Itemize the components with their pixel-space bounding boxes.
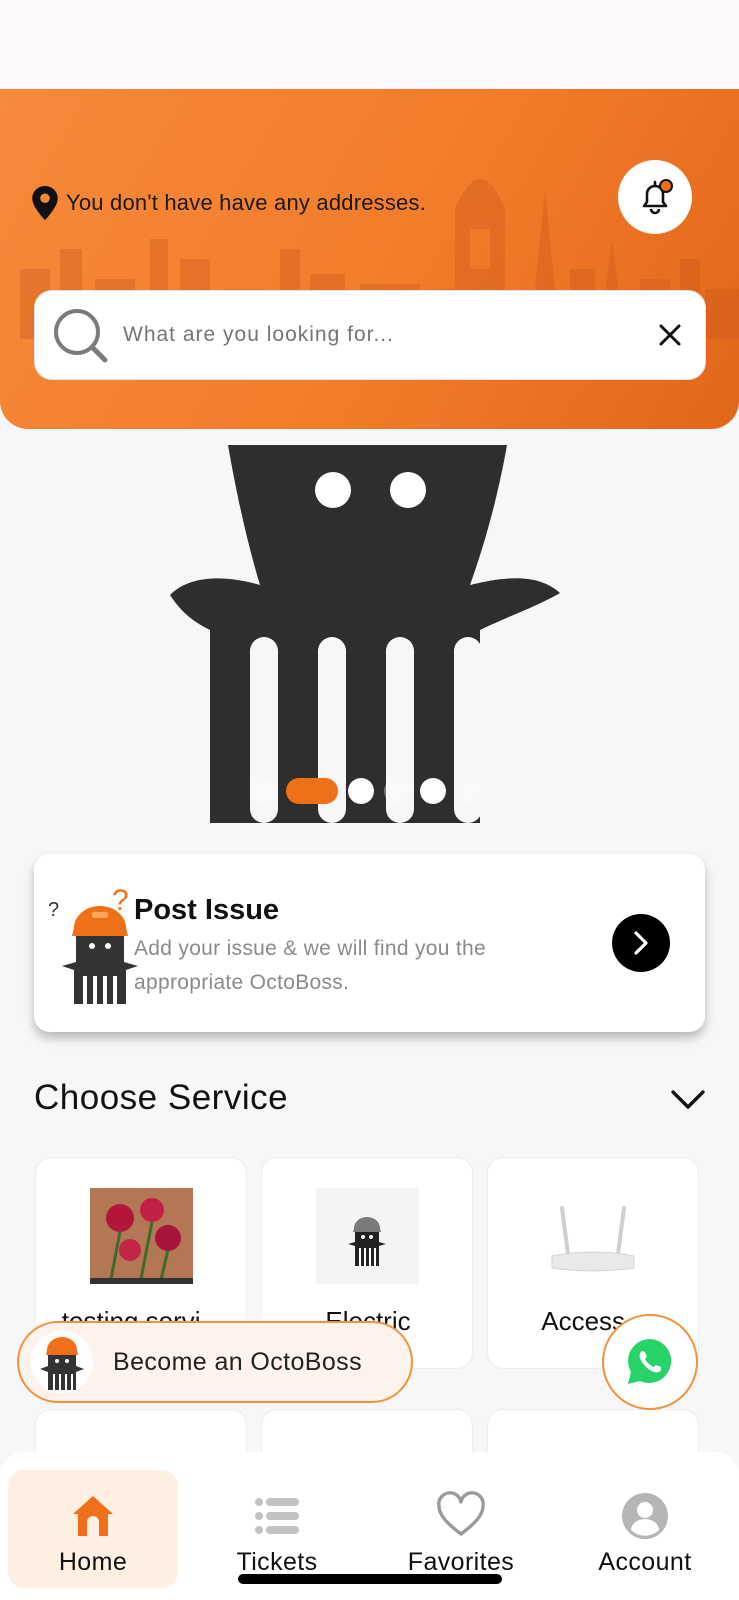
nav-account[interactable]: Account: [560, 1470, 730, 1588]
whatsapp-icon: [628, 1339, 672, 1384]
become-octoboss-label: Become an OctoBoss: [113, 1347, 362, 1376]
status-bar: [0, 0, 739, 89]
user-icon: [622, 1493, 668, 1539]
become-octoboss-button[interactable]: Become an OctoBoss: [17, 1321, 413, 1403]
nav-home[interactable]: Home: [8, 1470, 178, 1588]
post-issue-subtitle: Add your issue & we will find you the ap…: [134, 937, 486, 994]
home-icon: [73, 1496, 113, 1536]
nav-label: Home: [58, 1548, 128, 1576]
chevron-right-icon: [634, 931, 648, 955]
octoboss-avatar: [31, 1331, 93, 1393]
nav-favorites[interactable]: Favorites: [376, 1470, 546, 1588]
search-bar[interactable]: [34, 290, 706, 380]
post-issue-go-button[interactable]: [612, 914, 670, 972]
search-input[interactable]: [123, 323, 657, 347]
home-indicator: [238, 1574, 502, 1584]
notification-badge: [659, 179, 673, 193]
octoboss-banner-image[interactable]: [170, 445, 564, 823]
carousel-dot[interactable]: [348, 778, 374, 804]
carousel-dot[interactable]: [384, 778, 410, 804]
carousel-dot-active[interactable]: [286, 778, 338, 804]
carousel-pagination[interactable]: [250, 778, 482, 804]
notifications-button[interactable]: [618, 160, 692, 234]
list-icon: [255, 1498, 299, 1534]
location-row[interactable]: You don't have have any addresses.: [32, 186, 426, 220]
close-icon[interactable]: [657, 322, 683, 348]
carousel-dot[interactable]: [250, 778, 276, 804]
router-photo-thumbnail: [542, 1188, 645, 1284]
carousel-dot[interactable]: [420, 778, 446, 804]
svg-text:?: ?: [48, 899, 59, 921]
nav-label: Tickets: [236, 1548, 318, 1576]
octoboss-helmet-icon: [316, 1188, 419, 1284]
chevron-down-icon[interactable]: [670, 1086, 706, 1112]
post-issue-card[interactable]: ? ? Post Issue Add your issue & we will …: [34, 854, 705, 1032]
flower-photo-thumbnail: [90, 1188, 193, 1284]
post-issue-title: Post Issue: [134, 894, 280, 926]
location-text: You don't have have any addresses.: [66, 190, 427, 215]
heart-icon: [437, 1491, 485, 1536]
nav-tickets[interactable]: Tickets: [192, 1470, 362, 1588]
whatsapp-button[interactable]: [602, 1314, 698, 1410]
location-pin-icon: [32, 186, 58, 220]
octoboss-mascot-icon: [40, 1337, 84, 1390]
carousel-dot[interactable]: [456, 778, 482, 804]
nav-label: Favorites: [407, 1548, 515, 1576]
nav-label: Account: [598, 1548, 692, 1576]
bell-icon: [642, 179, 673, 215]
choose-service-title: Choose Service: [34, 1078, 289, 1117]
search-icon: [54, 309, 108, 363]
